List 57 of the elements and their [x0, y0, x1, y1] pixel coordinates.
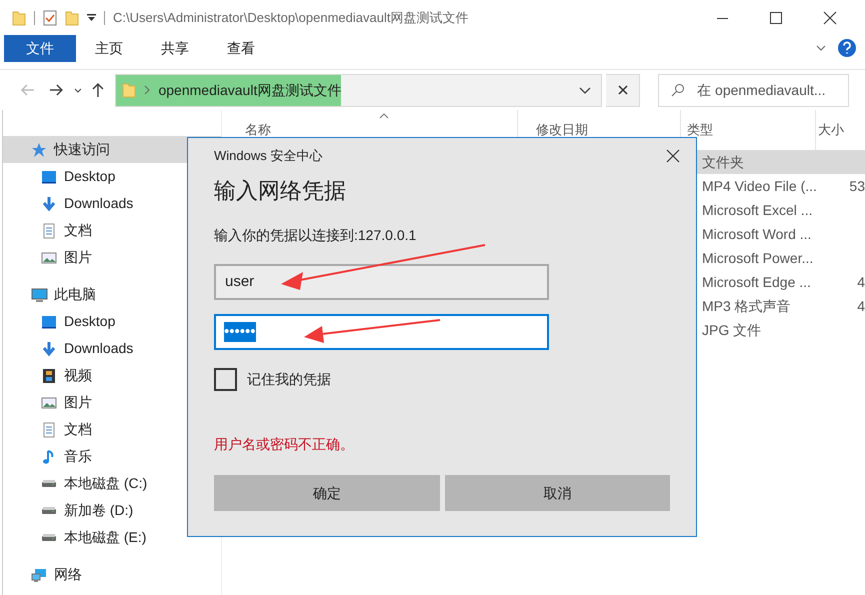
- image-icon: [41, 250, 58, 266]
- search-icon: [671, 83, 686, 97]
- column-header[interactable]: 大小: [818, 120, 844, 140]
- monitor-icon: [41, 168, 58, 184]
- search-field[interactable]: 在 openmediavault...: [658, 74, 849, 106]
- ribbon-tab[interactable]: 查看: [208, 35, 274, 62]
- dropdown-icon[interactable]: [579, 85, 592, 95]
- column-header[interactable]: 类型: [687, 120, 713, 140]
- film-icon: [41, 368, 58, 384]
- password-field[interactable]: ••••••: [214, 314, 549, 350]
- type-cell-text: Microsoft Power...: [702, 248, 814, 268]
- window-title: C:\Users\Administrator\Desktop\openmediavault网盘测试文件: [113, 8, 468, 27]
- folder-icon: [122, 82, 136, 98]
- chevron-icon: [144, 85, 150, 95]
- column-header[interactable]: 名称: [245, 120, 271, 140]
- address-field[interactable]: openmediavault网盘测试文件: [115, 74, 602, 106]
- error-message: 用户名或密码不正确。: [214, 435, 355, 454]
- ribbon-tab[interactable]: 主页: [76, 35, 142, 62]
- cancel-button[interactable]: 取消: [444, 475, 670, 511]
- size-cell-text: 53: [848, 176, 865, 196]
- dialog-prompt: 输入你的凭据以连接到:127.0.0.1: [214, 226, 418, 245]
- sidebar-item[interactable]: 视频: [3, 362, 221, 389]
- sidebar-item[interactable]: 网络: [3, 561, 221, 588]
- sidebar-item[interactable]: 图片: [3, 389, 221, 416]
- type-cell-text: MP3 格式声音: [702, 296, 792, 316]
- network-icon: [31, 566, 48, 582]
- monitor-icon: [41, 314, 58, 330]
- size-cell-text: 4: [856, 296, 865, 316]
- type-cell-text: Microsoft Excel ...: [702, 200, 814, 220]
- sidebar-item[interactable]: 本地磁盘 (E:): [3, 524, 221, 551]
- close-icon: [618, 85, 628, 95]
- computer-icon: [31, 286, 48, 302]
- type-cell-text: Microsoft Edge ...: [702, 272, 812, 292]
- star-icon: [31, 142, 48, 158]
- checkbox[interactable]: [214, 368, 237, 391]
- image-icon: [41, 394, 58, 410]
- clear-button[interactable]: [606, 74, 640, 106]
- type-cell-text: 文件夹: [702, 152, 745, 172]
- dialog-heading: 输入网络凭据: [214, 177, 347, 205]
- drive-icon: [41, 479, 58, 488]
- column-header[interactable]: 修改日期: [536, 120, 588, 140]
- ok-button[interactable]: 确定: [214, 475, 440, 511]
- drive-icon: [41, 506, 58, 515]
- help-icon[interactable]: [837, 38, 857, 58]
- ribbon-tab[interactable]: 文件: [4, 35, 76, 62]
- size-cell-text: 4: [856, 272, 865, 292]
- close-icon[interactable]: [666, 149, 680, 163]
- checkbox-label[interactable]: 记住我的凭据: [247, 369, 331, 390]
- dropdown-icon[interactable]: [87, 12, 96, 22]
- ribbon-tab[interactable]: 共享: [142, 35, 208, 62]
- down-arrow-icon: [41, 196, 58, 212]
- type-cell-text: MP4 Video File (...: [702, 176, 818, 196]
- checklist-icon[interactable]: [43, 10, 57, 26]
- drive-icon: [41, 533, 58, 542]
- sort-icon: [379, 113, 389, 119]
- username-field[interactable]: user: [214, 264, 549, 300]
- down-arrow-icon: [41, 340, 58, 356]
